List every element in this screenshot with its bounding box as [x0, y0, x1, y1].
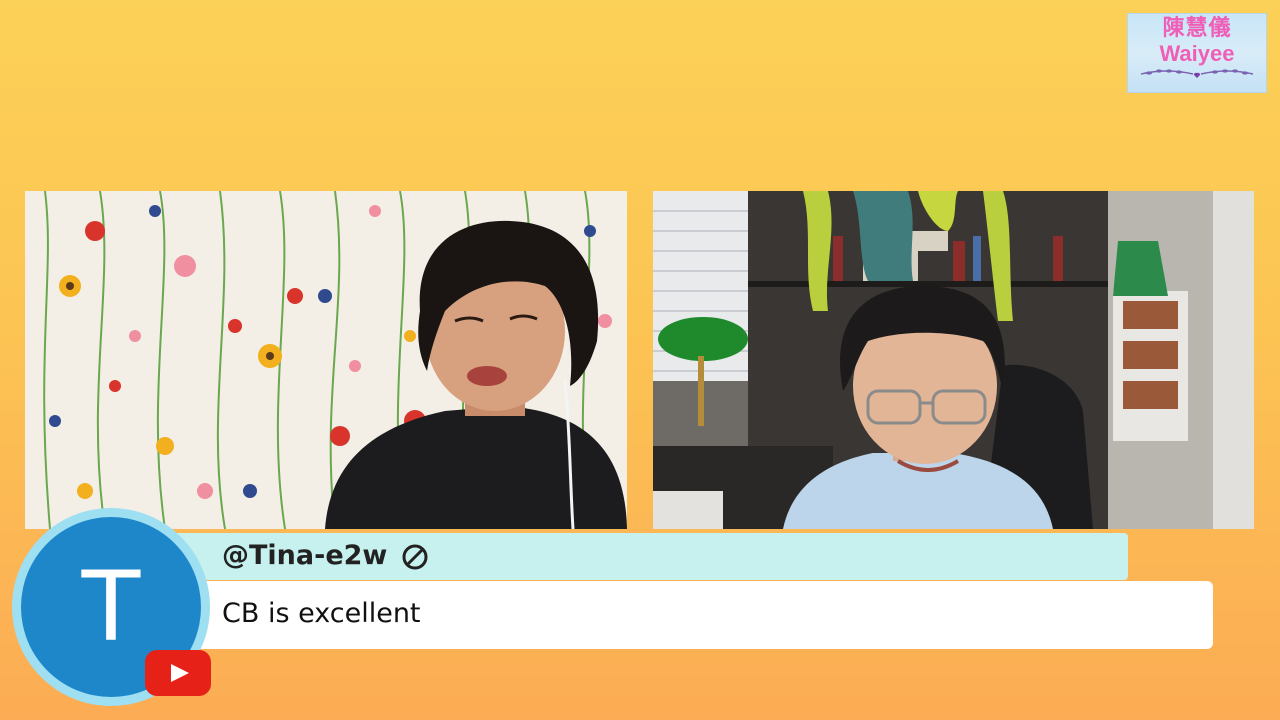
participant-video-left — [25, 191, 627, 529]
chat-username: @Tina-e2w — [222, 540, 388, 571]
logo-english-name: Waiyee — [1159, 41, 1235, 66]
moderator-slash-icon — [402, 544, 428, 570]
logo-vine-decoration — [1140, 69, 1254, 78]
participant-video-right — [653, 191, 1254, 529]
avatar-letter: T — [81, 551, 141, 663]
chat-message-text: CB is excellent — [222, 598, 421, 629]
youtube-icon — [145, 650, 211, 696]
logo-chinese-name: 陳慧儀 — [1162, 16, 1232, 41]
channel-logo: 陳慧儀 Waiyee — [1127, 13, 1267, 93]
